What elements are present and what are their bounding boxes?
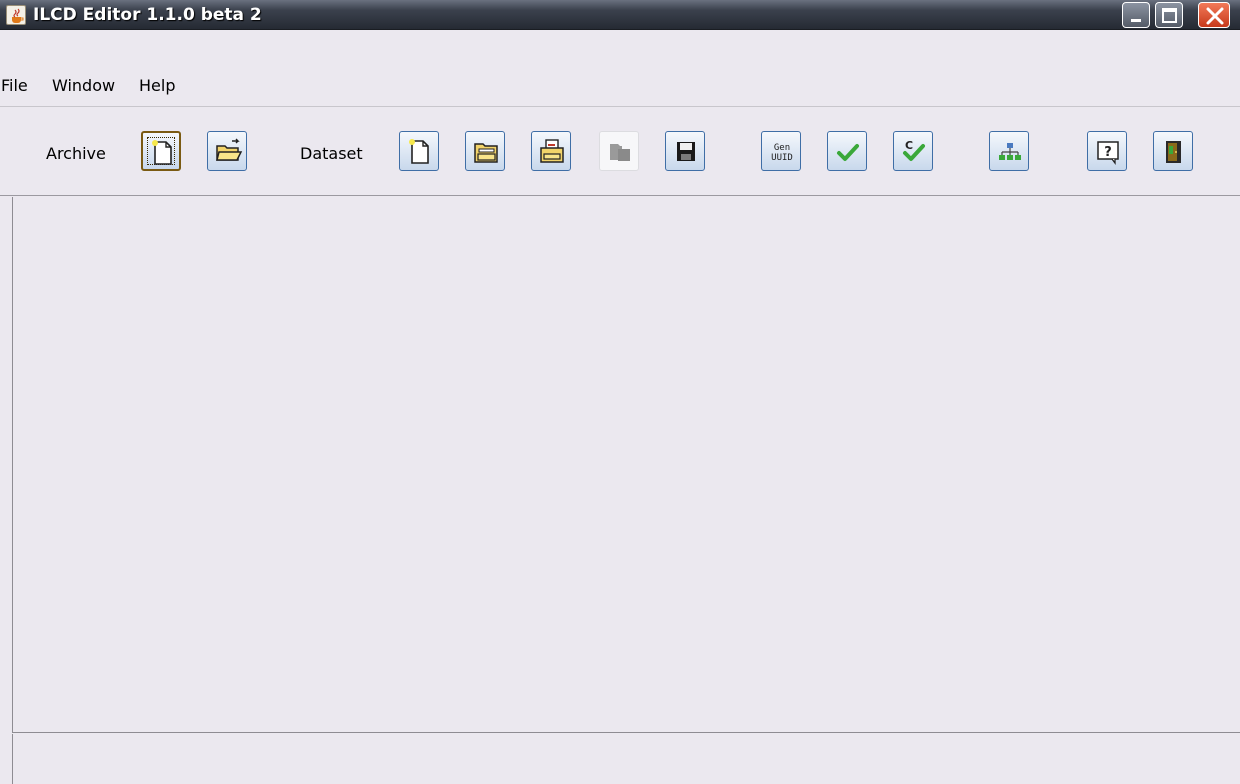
gen-uuid-text-line1: Gen xyxy=(774,143,790,153)
close-icon xyxy=(1206,7,1224,25)
generate-uuid-button[interactable]: Gen UUID xyxy=(761,131,801,171)
help-icon: ? xyxy=(1097,141,1119,165)
dataset-save-button[interactable] xyxy=(665,131,705,171)
menu-help[interactable]: Help xyxy=(139,74,175,98)
minimize-icon xyxy=(1131,19,1141,22)
menu-file[interactable]: File xyxy=(1,74,28,98)
open-recent-folder-icon xyxy=(540,139,564,163)
svg-text:C: C xyxy=(905,139,913,152)
exit-door-icon xyxy=(1166,141,1181,163)
dataset-new-button[interactable] xyxy=(399,131,439,171)
validate-button[interactable] xyxy=(827,131,867,171)
toolbar: Archive Dataset Gen UUID C ? xyxy=(0,108,1240,196)
main-content-area[interactable] xyxy=(12,197,1240,733)
dataset-open-recent-button[interactable] xyxy=(531,131,571,171)
maximize-button[interactable] xyxy=(1155,2,1183,28)
dataset-close-button[interactable] xyxy=(599,131,639,171)
generate-uuid-icon: Gen UUID xyxy=(771,143,793,163)
hierarchy-button[interactable] xyxy=(989,131,1029,171)
save-disk-icon xyxy=(677,142,695,161)
archive-label: Archive xyxy=(46,144,106,163)
archive-new-button[interactable] xyxy=(141,131,181,171)
validate-checkmark-icon xyxy=(837,144,859,161)
new-document-icon xyxy=(152,140,172,165)
status-bar xyxy=(12,734,1240,784)
archive-open-button[interactable] xyxy=(207,131,247,171)
window-title: ILCD Editor 1.1.0 beta 2 xyxy=(33,5,262,25)
close-dataset-icon xyxy=(610,144,630,161)
hierarchy-tree-icon xyxy=(999,143,1021,160)
menu-window[interactable]: Window xyxy=(52,74,115,98)
menu-bar: File Window Help xyxy=(0,70,1240,107)
check-compliance-icon: C xyxy=(903,139,925,161)
minimize-button[interactable] xyxy=(1122,2,1150,28)
new-document-icon xyxy=(409,139,429,164)
maximize-icon xyxy=(1162,8,1177,23)
dataset-label: Dataset xyxy=(300,144,363,163)
java-cup-icon xyxy=(6,5,26,25)
exit-button[interactable] xyxy=(1153,131,1193,171)
dataset-open-button[interactable] xyxy=(465,131,505,171)
check-compliance-button[interactable]: C xyxy=(893,131,933,171)
help-button[interactable]: ? xyxy=(1087,131,1127,171)
title-bar[interactable]: ILCD Editor 1.1.0 beta 2 xyxy=(0,0,1240,30)
svg-text:?: ? xyxy=(1104,145,1112,160)
gen-uuid-text-line2: UUID xyxy=(771,153,793,163)
close-button[interactable] xyxy=(1198,2,1230,28)
open-folder-icon xyxy=(216,138,243,161)
open-file-folder-icon xyxy=(474,143,498,163)
